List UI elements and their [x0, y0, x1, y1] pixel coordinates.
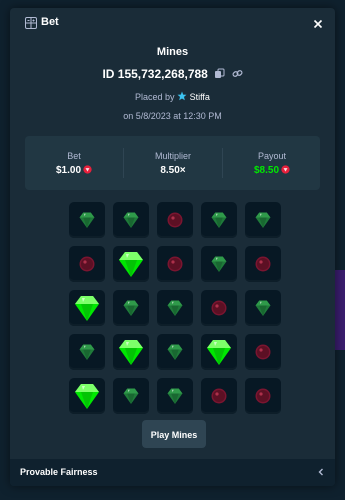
gem-icon — [255, 300, 271, 317]
ruby-coin-icon — [83, 165, 92, 174]
bet-id: ID 155,732,268,788 — [102, 66, 208, 81]
provable-fairness-toggle[interactable]: Provable Fairness — [10, 459, 335, 486]
gem-tile — [157, 378, 193, 414]
gem-icon — [255, 212, 271, 229]
multiplier-value: 8.50× — [160, 165, 186, 176]
revealed-gem-tile — [201, 334, 237, 370]
mine-icon — [255, 388, 271, 404]
mine-icon — [211, 388, 227, 404]
payout-stat: Payout $8.50 — [223, 136, 321, 190]
mine-icon — [167, 256, 183, 272]
gem-icon — [123, 388, 139, 405]
gem-tile — [69, 202, 105, 238]
gem-icon — [75, 384, 99, 409]
username-link[interactable]: Stiffa — [190, 92, 210, 102]
bet-details-modal: Bet Mines ID 155,732,268,788 Placed by S… — [10, 8, 335, 486]
mine-icon — [255, 344, 271, 360]
close-icon[interactable] — [308, 14, 328, 34]
gem-icon — [167, 344, 183, 361]
gem-icon — [211, 256, 227, 273]
bet-date: on 5/8/2023 at 12:30 PM — [123, 111, 222, 121]
gem-tile — [245, 290, 281, 326]
mine-icon — [167, 212, 183, 228]
modal-header: Bet — [10, 8, 335, 40]
mine-tile — [201, 378, 237, 414]
gem-tile — [113, 290, 149, 326]
mine-tile — [157, 246, 193, 282]
play-mines-button[interactable]: Play Mines — [142, 420, 206, 448]
mine-icon — [79, 256, 95, 272]
gem-icon — [79, 344, 95, 361]
gem-icon — [79, 212, 95, 229]
revealed-gem-tile — [113, 334, 149, 370]
gem-tile — [245, 202, 281, 238]
provable-fairness-label: Provable Fairness — [20, 467, 98, 477]
gem-tile — [113, 202, 149, 238]
placed-by-line: Placed by Stiffa — [10, 91, 335, 102]
copy-icon[interactable] — [214, 68, 225, 79]
ruby-coin-icon — [281, 165, 290, 174]
gem-icon — [167, 388, 183, 405]
bet-id-row: ID 155,732,268,788 — [10, 66, 335, 81]
gem-tile — [201, 202, 237, 238]
bet-amount-stat: Bet $1.00 — [25, 136, 123, 190]
bet-label: Bet — [67, 151, 81, 161]
vip-star-icon — [177, 91, 187, 101]
mine-icon — [255, 256, 271, 272]
bet-value: $1.00 — [55, 165, 82, 176]
gem-tile — [113, 378, 149, 414]
payout-value: $8.50 — [253, 165, 280, 176]
mine-tile — [69, 246, 105, 282]
link-icon[interactable] — [232, 68, 243, 79]
revealed-gem-tile — [69, 378, 105, 414]
multiplier-stat: Multiplier 8.50× — [124, 136, 222, 190]
gem-tile — [157, 290, 193, 326]
mines-grid — [69, 202, 281, 414]
gem-icon — [123, 212, 139, 229]
gem-icon — [75, 296, 99, 321]
payout-value-row: $8.50 — [223, 165, 321, 176]
gem-tile — [201, 246, 237, 282]
mine-tile — [201, 290, 237, 326]
game-name: Mines — [156, 46, 189, 58]
gem-tile — [157, 334, 193, 370]
revealed-gem-tile — [113, 246, 149, 282]
payout-label: Payout — [257, 151, 287, 161]
mine-icon — [211, 300, 227, 316]
gem-tile — [69, 334, 105, 370]
revealed-gem-tile — [69, 290, 105, 326]
gem-icon — [119, 252, 143, 277]
bet-stats-panel: Bet $1.00 Multiplier 8.50× Payout $8.50 — [25, 136, 320, 190]
mine-tile — [245, 378, 281, 414]
gem-icon — [119, 340, 143, 365]
bet-slip-icon — [25, 17, 37, 29]
multiplier-label: Multiplier — [154, 151, 191, 161]
gem-icon — [123, 300, 139, 317]
bet-value-row: $1.00 — [25, 165, 123, 176]
placed-by-prefix: Placed by — [135, 92, 175, 102]
gem-icon — [211, 212, 227, 229]
mine-tile — [245, 334, 281, 370]
chevron-left-icon — [318, 468, 323, 476]
gem-icon — [207, 340, 231, 365]
mine-tile — [157, 202, 193, 238]
modal-title: Bet — [41, 16, 59, 28]
mine-tile — [245, 246, 281, 282]
gem-icon — [167, 300, 183, 317]
